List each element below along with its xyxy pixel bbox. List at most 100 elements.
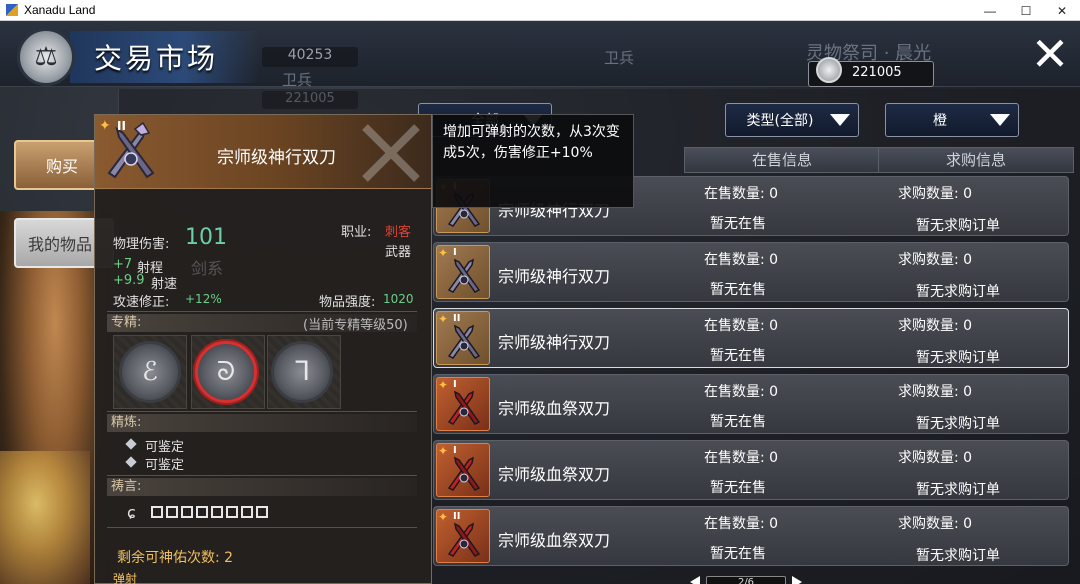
currency-value: 221005 bbox=[852, 65, 902, 80]
column-buy-info[interactable]: 求购信息 bbox=[878, 147, 1074, 173]
blood-blade-icon bbox=[447, 390, 481, 425]
bonus-range-value: +7 bbox=[113, 257, 133, 272]
tab-my-items-label: 我的物品 bbox=[28, 235, 93, 254]
market-row[interactable]: ✦ I 宗师级神行双刀 在售数量: 0 暂无在售 求购数量: 0 暂无求购订单 bbox=[433, 242, 1069, 302]
buy-status: 暂无求购订单 bbox=[916, 350, 1000, 366]
item-name: 宗师级血祭双刀 bbox=[498, 465, 611, 484]
item-name: 宗师级血祭双刀 bbox=[498, 399, 611, 418]
diamond-bullet-icon bbox=[125, 456, 137, 468]
sell-status: 暂无在售 bbox=[710, 414, 766, 430]
refine-section: 精炼: bbox=[107, 414, 417, 432]
item-thumbnail: ✦ I bbox=[436, 245, 490, 299]
market-row[interactable]: ✦ II 宗师级神行双刀 在售数量: 0 暂无在售 求购数量: 0 暂无求购订单 bbox=[433, 308, 1069, 368]
refine-slot-1[interactable]: 可鉴定 bbox=[145, 436, 184, 455]
buy-status: 暂无求购订单 bbox=[916, 416, 1000, 432]
chevron-down-icon bbox=[990, 114, 1010, 126]
rune-box-icon bbox=[256, 506, 268, 518]
blood-blade-icon bbox=[447, 456, 481, 491]
page-indicator: 2/6 bbox=[706, 576, 786, 584]
item-tier: II bbox=[453, 313, 461, 324]
prayer-rune-sequence bbox=[151, 506, 268, 518]
buy-count: 求购数量: 0 bbox=[898, 252, 973, 268]
effect-description-tooltip: 增加可弹射的次数，从3次变成5次，伤害修正+10% bbox=[432, 114, 634, 208]
silver-coin-icon bbox=[816, 57, 842, 83]
prayer-label: 祷言: bbox=[111, 479, 142, 494]
sell-count: 在售数量: 0 bbox=[704, 450, 779, 466]
item-name: 宗师级神行双刀 bbox=[498, 333, 611, 352]
refine-slot-2[interactable]: 可鉴定 bbox=[145, 454, 184, 473]
dual-blade-icon bbox=[447, 324, 481, 359]
market-row[interactable]: ✦ I 宗师级血祭双刀 在售数量: 0 暂无在售 求购数量: 0 暂无求购订单 bbox=[433, 374, 1069, 434]
item-name: 宗师级血祭双刀 bbox=[498, 531, 611, 550]
spec-rune-1-icon[interactable]: ℰ bbox=[119, 341, 181, 403]
divider bbox=[107, 411, 417, 412]
sell-count: 在售数量: 0 bbox=[704, 318, 779, 334]
item-slot: 武器 bbox=[385, 245, 412, 260]
buy-count: 求购数量: 0 bbox=[898, 186, 973, 202]
prayer-glyph-icon: ɕ bbox=[127, 503, 136, 522]
item-tier: I bbox=[453, 379, 457, 390]
tier-star-icon: ✦ bbox=[438, 444, 449, 458]
sell-count: 在售数量: 0 bbox=[704, 384, 779, 400]
class-value: 刺客 bbox=[385, 225, 412, 240]
window-title: Xanadu Land bbox=[24, 3, 96, 17]
sell-status: 暂无在售 bbox=[710, 480, 766, 496]
attack-mod-label: 攻速修正: bbox=[113, 295, 170, 310]
blessing-remaining: 剩余可神佑次数: 2 bbox=[117, 550, 234, 566]
column-sell-info[interactable]: 在售信息 bbox=[684, 147, 880, 173]
market-row[interactable]: ✦ II 宗师级血祭双刀 在售数量: 0 暂无在售 求购数量: 0 暂无求购订单 bbox=[433, 506, 1069, 566]
strength-label: 物品强度: bbox=[319, 295, 376, 310]
tab-buy-label: 购买 bbox=[46, 157, 79, 176]
item-thumbnail: ✦ I bbox=[436, 443, 490, 497]
chevron-down-icon bbox=[830, 114, 850, 126]
bg-number-box: 40253 bbox=[262, 47, 358, 67]
rune-box-icon bbox=[196, 506, 208, 518]
close-window-button[interactable]: ✕ bbox=[1044, 0, 1080, 21]
minimize-button[interactable]: — bbox=[972, 0, 1008, 21]
maximize-button[interactable]: ☐ bbox=[1008, 0, 1044, 21]
class-label: 职业: bbox=[341, 225, 372, 240]
sell-status: 暂无在售 bbox=[710, 348, 766, 364]
market-header: 40253 卫兵 卫兵 灵物祭司 · 晨光 ⚖ 交易市场 221005 ✕ bbox=[0, 21, 1080, 89]
tier-star-icon: ✦ bbox=[438, 246, 449, 260]
buy-status: 暂无求购订单 bbox=[916, 482, 1000, 498]
refine-label: 精炼: bbox=[111, 415, 142, 430]
buy-status: 暂无求购订单 bbox=[916, 218, 1000, 234]
spec-rune-2-icon[interactable]: ᘐ bbox=[195, 341, 257, 403]
buy-count: 求购数量: 0 bbox=[898, 516, 973, 532]
bg-text: 卫兵 bbox=[282, 71, 313, 89]
dual-blade-icon bbox=[447, 258, 481, 293]
next-page-arrow-icon[interactable] bbox=[792, 576, 802, 584]
buy-count: 求购数量: 0 bbox=[898, 450, 973, 466]
buy-count: 求购数量: 0 bbox=[898, 384, 973, 400]
market-row[interactable]: ✦ I 宗师级血祭双刀 在售数量: 0 暂无在售 求购数量: 0 暂无求购订单 bbox=[433, 440, 1069, 500]
bg-text-guard: 卫兵 bbox=[604, 49, 635, 67]
item-tier: I bbox=[453, 445, 457, 456]
blood-blade-icon bbox=[447, 522, 481, 557]
npc-girl-art bbox=[0, 451, 90, 584]
window-titlebar: Xanadu Land — ☐ ✕ bbox=[0, 0, 1080, 21]
quality-filter-dropdown[interactable]: 橙 bbox=[885, 103, 1019, 137]
sell-count: 在售数量: 0 bbox=[704, 186, 779, 202]
divider bbox=[107, 475, 417, 476]
item-detail-tooltip: ✦ II 宗师级神行双刀 物理伤害: 101 职业: 刺客 武器 +7 射程 +… bbox=[94, 114, 432, 584]
close-market-button[interactable]: ✕ bbox=[1030, 31, 1070, 77]
tooltip-header: ✦ II 宗师级神行双刀 bbox=[95, 115, 431, 189]
item-thumbnail: ✦ II bbox=[436, 509, 490, 563]
bg-text-a: 剑系 bbox=[191, 259, 224, 278]
tier-star-icon: ✦ bbox=[438, 378, 449, 392]
spec-level: (当前专精等级50) bbox=[303, 318, 408, 333]
phys-damage-value: 101 bbox=[185, 225, 227, 250]
type-filter-dropdown[interactable]: 类型(全部) bbox=[725, 103, 859, 137]
spec-rune-3-icon[interactable]: ᒣ bbox=[271, 341, 333, 403]
item-name: 宗师级神行双刀 bbox=[498, 267, 611, 286]
divider bbox=[107, 311, 417, 312]
buy-status: 暂无求购订单 bbox=[916, 284, 1000, 300]
phys-damage-label: 物理伤害: bbox=[113, 237, 170, 252]
item-tier: I bbox=[453, 247, 457, 258]
diamond-bullet-icon bbox=[125, 438, 137, 450]
bg-number: 40253 bbox=[287, 47, 333, 63]
prev-page-arrow-icon[interactable] bbox=[690, 576, 700, 584]
divider bbox=[107, 527, 417, 528]
tooltip-title: 宗师级神行双刀 bbox=[217, 148, 336, 168]
